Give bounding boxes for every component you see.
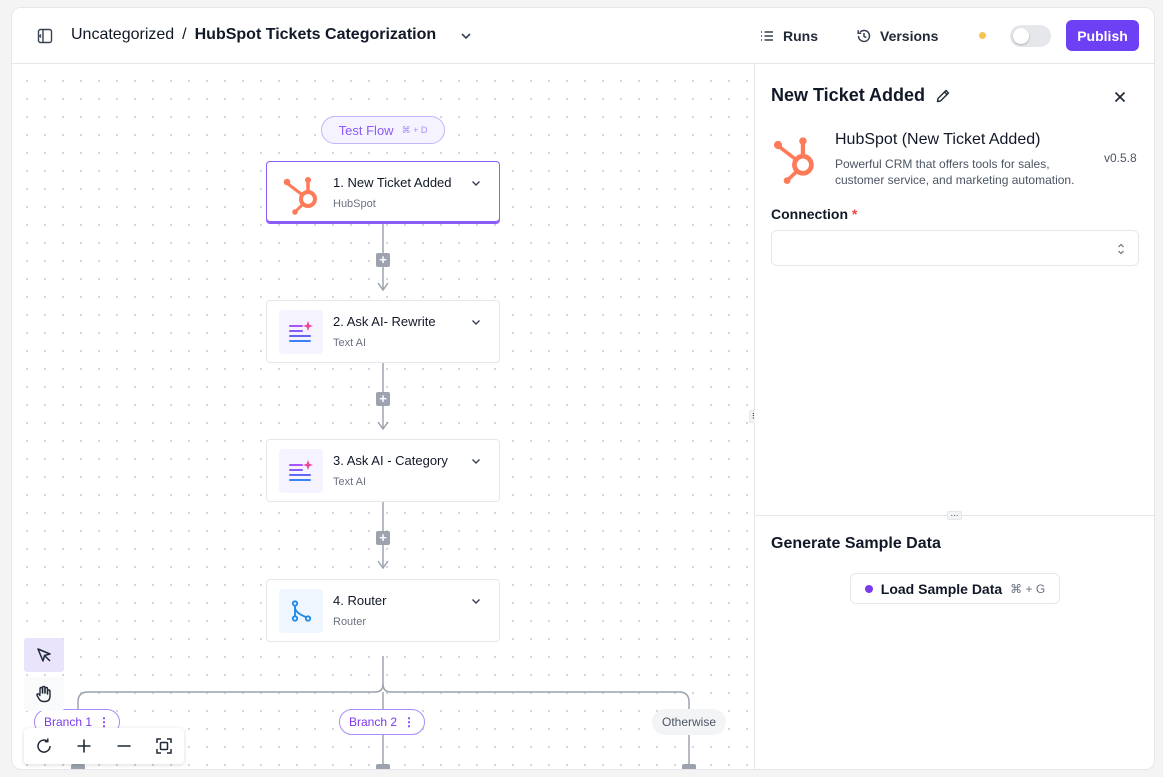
connection-select[interactable] (771, 230, 1139, 266)
load-sample-data-button[interactable]: Load Sample Data ⌘ + G (850, 573, 1060, 604)
kebab-menu-icon[interactable]: ⋮ (98, 715, 110, 729)
panel-title-row: New Ticket Added (771, 85, 951, 106)
pencil-edit-icon[interactable] (935, 88, 951, 104)
toggle-knob (1013, 28, 1029, 44)
flow-enabled-toggle[interactable] (1010, 25, 1051, 47)
piece-name: HubSpot (New Ticket Added) (835, 131, 1041, 148)
hubspot-icon (279, 171, 323, 215)
otherwise-branch-pill[interactable]: Otherwise (652, 709, 726, 735)
flow-name[interactable]: HubSpot Tickets Categorization (195, 26, 437, 44)
step-title: 2. Ask AI- Rewrite (333, 314, 436, 329)
flow-menu-chevron-down-icon[interactable] (458, 28, 474, 44)
publish-button[interactable]: Publish (1066, 20, 1139, 51)
flow-canvas[interactable]: Test Flow ⌘ + D 1. New Ticket Added HubS… (12, 64, 754, 769)
connection-label: Connection * (771, 206, 857, 222)
add-step-stub[interactable] (376, 764, 390, 769)
history-icon (857, 29, 871, 43)
step-title: 3. Ask AI - Category (333, 453, 448, 468)
zoom-out-icon[interactable] (111, 733, 137, 759)
hand-pan-icon[interactable] (24, 677, 64, 711)
step-subtitle: Router (333, 616, 367, 628)
runs-label: Runs (783, 28, 818, 44)
piece-description: Powerful CRM that offers tools for sales… (835, 157, 1075, 187)
add-step-stub[interactable] (71, 764, 85, 769)
canvas-tool-panel (24, 638, 64, 716)
piece-version: v0.5.8 (1104, 151, 1137, 165)
add-step-stub[interactable] (682, 764, 696, 769)
chevron-down-icon[interactable] (469, 594, 483, 608)
versions-label: Versions (880, 28, 939, 44)
step-3-card[interactable]: 3. Ask AI - Category Text AI (266, 439, 500, 502)
branch-2-pill[interactable]: Branch 2 ⋮ (339, 709, 426, 735)
runs-button[interactable]: Runs (755, 22, 822, 50)
resize-handle-horizontal[interactable]: ⋯ (947, 511, 962, 520)
required-marker: * (851, 206, 858, 222)
toggle-sidebar-icon[interactable] (36, 27, 54, 45)
zoom-controls (24, 728, 184, 764)
step-settings-panel: New Ticket Added HubSpot (New Ticket Add… (755, 64, 1154, 769)
breadcrumb: Uncategorized / HubSpot Tickets Categori… (71, 26, 436, 44)
branch-label: Branch 1 (44, 715, 93, 729)
chevron-up-down-icon (1118, 243, 1124, 255)
step-subtitle: Text AI (333, 476, 367, 488)
add-step-button[interactable]: + (376, 392, 390, 406)
kebab-menu-icon[interactable]: ⋮ (403, 715, 415, 729)
chevron-down-icon[interactable] (469, 315, 483, 329)
chevron-down-icon[interactable] (469, 454, 483, 468)
add-step-button[interactable]: + (376, 253, 390, 267)
step-4-card[interactable]: 4. Router Router (266, 579, 500, 642)
reset-view-icon[interactable] (31, 733, 57, 759)
status-dot-icon (864, 584, 873, 593)
branch-label: Branch 2 (349, 715, 398, 729)
text-ai-icon (279, 449, 323, 493)
select-pointer-icon[interactable] (24, 638, 64, 672)
sample-data-title: Generate Sample Data (771, 535, 941, 552)
step-title: 1. New Ticket Added (333, 175, 452, 190)
chevron-down-icon[interactable] (469, 176, 483, 190)
connection-label-text: Connection (771, 206, 848, 222)
step-2-card[interactable]: 2. Ask AI- Rewrite Text AI (266, 300, 500, 363)
text-ai-icon (279, 310, 323, 354)
zoom-in-icon[interactable] (71, 733, 97, 759)
hubspot-logo-icon (770, 132, 820, 184)
breadcrumb-folder[interactable]: Uncategorized (71, 26, 174, 44)
app-window: Uncategorized / HubSpot Tickets Categori… (11, 7, 1155, 770)
router-icon (279, 589, 323, 633)
step-subtitle: Text AI (333, 337, 367, 349)
versions-button[interactable]: Versions (852, 22, 942, 50)
test-flow-shortcut: ⌘ + D (401, 124, 428, 135)
breadcrumb-separator: / (182, 26, 187, 43)
load-sample-shortcut: ⌘ + G (1010, 581, 1046, 596)
load-sample-label: Load Sample Data (880, 580, 1003, 597)
add-step-button[interactable]: + (376, 531, 390, 545)
fit-view-icon[interactable] (151, 733, 177, 759)
step-subtitle: HubSpot (333, 198, 376, 210)
step-1-card[interactable]: 1. New Ticket Added HubSpot (266, 161, 500, 224)
top-bar: Uncategorized / HubSpot Tickets Categori… (12, 8, 1154, 64)
close-icon[interactable] (1111, 88, 1129, 106)
status-dot (979, 32, 986, 39)
test-flow-label: Test Flow (338, 122, 394, 138)
step-title: 4. Router (333, 593, 387, 608)
list-icon (761, 31, 773, 41)
panel-title: New Ticket Added (771, 85, 926, 105)
test-flow-button[interactable]: Test Flow ⌘ + D (321, 116, 445, 144)
